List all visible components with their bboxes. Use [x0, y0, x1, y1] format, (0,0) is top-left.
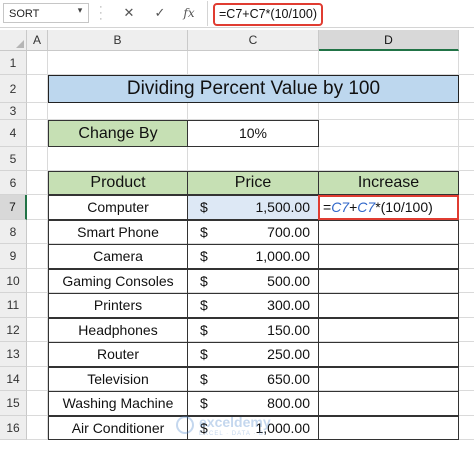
- currency-symbol: $: [200, 371, 208, 387]
- column-header-d[interactable]: D: [319, 30, 459, 51]
- increase-cell-editing[interactable]: =C7+C7*(10/100): [318, 195, 459, 220]
- select-all-button[interactable]: [0, 30, 27, 51]
- header-price[interactable]: Price: [187, 171, 319, 195]
- price-value: 1,500.00: [255, 199, 311, 215]
- row-header-16[interactable]: 16: [0, 416, 27, 440]
- cell-reference: C7: [357, 199, 376, 215]
- product-cell[interactable]: Headphones: [48, 318, 188, 343]
- price-value: 1,000.00: [255, 248, 311, 264]
- watermark-tagline: EXCEL · DATA · BI: [199, 431, 267, 437]
- price-cell[interactable]: $250.00: [187, 342, 319, 367]
- product-cell[interactable]: Washing Machine: [48, 391, 188, 416]
- drag-handle-icon[interactable]: · · ·: [99, 2, 103, 25]
- product-cell[interactable]: Gaming Consoles: [48, 269, 188, 294]
- exceldemy-logo-icon: [176, 416, 194, 434]
- row-header-9[interactable]: 9: [0, 244, 27, 269]
- row-header-10[interactable]: 10: [0, 269, 27, 293]
- formula-bar: SORT ▾ · · · ✕ ✓ fx =C7+C7*(10/100): [0, 0, 474, 28]
- increase-cell[interactable]: [318, 244, 459, 269]
- column-header-c[interactable]: C: [188, 30, 319, 51]
- increase-cell[interactable]: [318, 367, 459, 392]
- row-header-2[interactable]: 2: [0, 75, 27, 103]
- increase-cell[interactable]: [318, 391, 459, 416]
- formula-equals: =: [323, 199, 332, 215]
- row-header-14[interactable]: 14: [0, 367, 27, 391]
- column-header-a[interactable]: A: [27, 30, 48, 51]
- formula-text[interactable]: =C7+C7*(10/100): [213, 3, 323, 26]
- insert-function-button[interactable]: fx: [180, 4, 198, 22]
- formula-operator: *(10/100): [375, 199, 433, 215]
- currency-symbol: $: [200, 224, 208, 240]
- row-header-7[interactable]: 7: [0, 195, 27, 220]
- sheet-title[interactable]: Dividing Percent Value by 100: [48, 75, 459, 103]
- increase-cell[interactable]: [318, 269, 459, 294]
- price-value: 250.00: [267, 346, 310, 362]
- header-product[interactable]: Product: [48, 171, 188, 195]
- cell-reference: C7: [331, 199, 350, 215]
- row-header-4[interactable]: 4: [0, 120, 27, 147]
- row-header-5[interactable]: 5: [0, 147, 27, 171]
- price-cell[interactable]: $1,000.00: [187, 244, 319, 269]
- column-header-b[interactable]: B: [48, 30, 188, 51]
- increase-cell[interactable]: [318, 318, 459, 343]
- chevron-down-icon[interactable]: ▾: [74, 4, 86, 16]
- product-cell[interactable]: Router: [48, 342, 188, 367]
- increase-cell[interactable]: [318, 342, 459, 367]
- product-cell[interactable]: Television: [48, 367, 188, 392]
- product-cell[interactable]: Printers: [48, 293, 188, 318]
- row-header-15[interactable]: 15: [0, 391, 27, 416]
- row-header-12[interactable]: 12: [0, 318, 27, 342]
- price-value: 150.00: [267, 322, 310, 338]
- close-icon: ✕: [123, 5, 135, 20]
- function-icon: fx: [183, 6, 195, 20]
- cancel-button[interactable]: ✕: [120, 4, 138, 22]
- product-cell[interactable]: Smart Phone: [48, 220, 188, 245]
- enter-button[interactable]: ✓: [151, 4, 169, 22]
- select-all-icon: [16, 40, 24, 48]
- price-cell[interactable]: $150.00: [187, 318, 319, 343]
- product-cell[interactable]: Camera: [48, 244, 188, 269]
- price-value: 300.00: [267, 297, 310, 313]
- price-cell[interactable]: $700.00: [187, 220, 319, 245]
- header-increase[interactable]: Increase: [318, 171, 459, 195]
- row-header-13[interactable]: 13: [0, 342, 27, 367]
- price-value: 650.00: [267, 371, 310, 387]
- name-box-value: SORT: [9, 8, 40, 20]
- currency-symbol: $: [200, 322, 208, 338]
- price-cell[interactable]: $1,500.00: [187, 195, 319, 220]
- price-cell[interactable]: $650.00: [187, 367, 319, 392]
- price-value: 700.00: [267, 224, 310, 240]
- increase-cell[interactable]: [318, 416, 459, 440]
- row-header-3[interactable]: 3: [0, 103, 27, 120]
- product-cell[interactable]: Air Conditioner: [48, 416, 188, 440]
- currency-symbol: $: [200, 248, 208, 264]
- currency-symbol: $: [200, 273, 208, 289]
- price-value: 500.00: [267, 273, 310, 289]
- change-by-value[interactable]: 10%: [187, 120, 319, 147]
- row-header-8[interactable]: 8: [0, 220, 27, 244]
- watermark-logo: exceldemy EXCEL · DATA · BI: [176, 412, 306, 442]
- product-cell[interactable]: Computer: [48, 195, 188, 220]
- row-header-1[interactable]: 1: [0, 51, 27, 75]
- check-icon: ✓: [154, 5, 166, 20]
- currency-symbol: $: [200, 199, 208, 215]
- price-cell[interactable]: $500.00: [187, 269, 319, 294]
- change-by-label[interactable]: Change By: [48, 120, 188, 147]
- watermark-name: exceldemy: [199, 414, 271, 430]
- currency-symbol: $: [200, 297, 208, 313]
- increase-cell[interactable]: [318, 220, 459, 245]
- row-header-6[interactable]: 6: [0, 171, 27, 195]
- row-header-11[interactable]: 11: [0, 293, 27, 318]
- price-cell[interactable]: $300.00: [187, 293, 319, 318]
- currency-symbol: $: [200, 346, 208, 362]
- increase-cell[interactable]: [318, 293, 459, 318]
